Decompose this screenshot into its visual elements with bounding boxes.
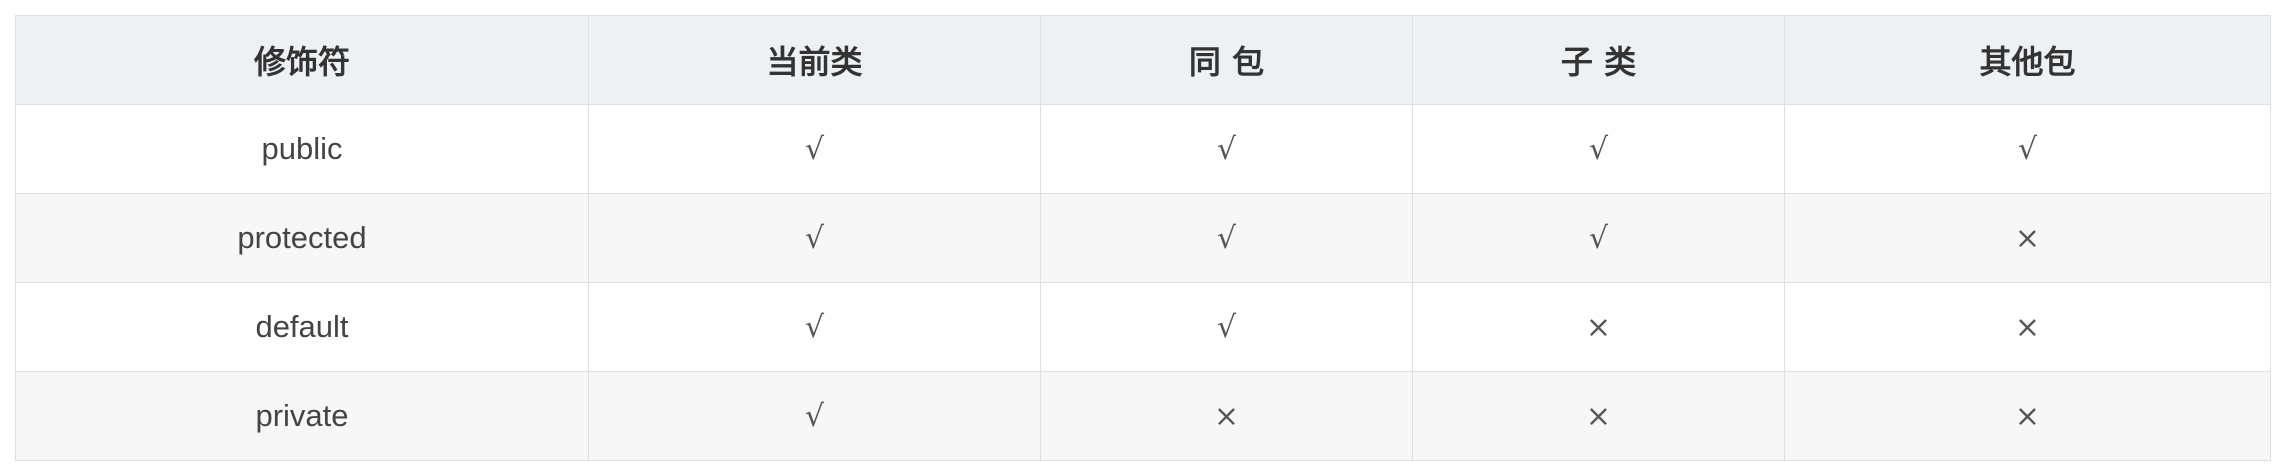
access-modifier-table: 修饰符 当前类 同 包 子 类 其他包 public √ √ √ √ prote… — [15, 15, 2271, 461]
same-package-cell: × — [1040, 371, 1413, 461]
subclass-cell: × — [1412, 282, 1785, 372]
header-other-package: 其他包 — [1784, 15, 2271, 105]
current-class-cell: √ — [588, 371, 1041, 461]
table-row: public √ √ √ √ — [15, 104, 2271, 194]
current-class-cell: √ — [588, 104, 1041, 194]
header-modifier: 修饰符 — [15, 15, 589, 105]
access-modifier-table-container: 修饰符 当前类 同 包 子 类 其他包 public √ √ √ √ prote… — [15, 15, 2271, 461]
header-subclass: 子 类 — [1412, 15, 1785, 105]
subclass-cell: √ — [1412, 104, 1785, 194]
table-row: default √ √ × × — [15, 282, 2271, 372]
header-current-class: 当前类 — [588, 15, 1041, 105]
current-class-cell: √ — [588, 282, 1041, 372]
modifier-cell: default — [15, 282, 589, 372]
modifier-cell: public — [15, 104, 589, 194]
same-package-cell: √ — [1040, 282, 1413, 372]
modifier-cell: private — [15, 371, 589, 461]
other-package-cell: × — [1784, 371, 2271, 461]
current-class-cell: √ — [588, 193, 1041, 283]
same-package-cell: √ — [1040, 193, 1413, 283]
same-package-cell: √ — [1040, 104, 1413, 194]
subclass-cell: × — [1412, 371, 1785, 461]
subclass-cell: √ — [1412, 193, 1785, 283]
table-row: private √ × × × — [15, 371, 2271, 461]
header-same-package: 同 包 — [1040, 15, 1413, 105]
other-package-cell: × — [1784, 282, 2271, 372]
other-package-cell: × — [1784, 193, 2271, 283]
table-row: protected √ √ √ × — [15, 193, 2271, 283]
other-package-cell: √ — [1784, 104, 2271, 194]
header-row: 修饰符 当前类 同 包 子 类 其他包 — [15, 15, 2271, 105]
modifier-cell: protected — [15, 193, 589, 283]
